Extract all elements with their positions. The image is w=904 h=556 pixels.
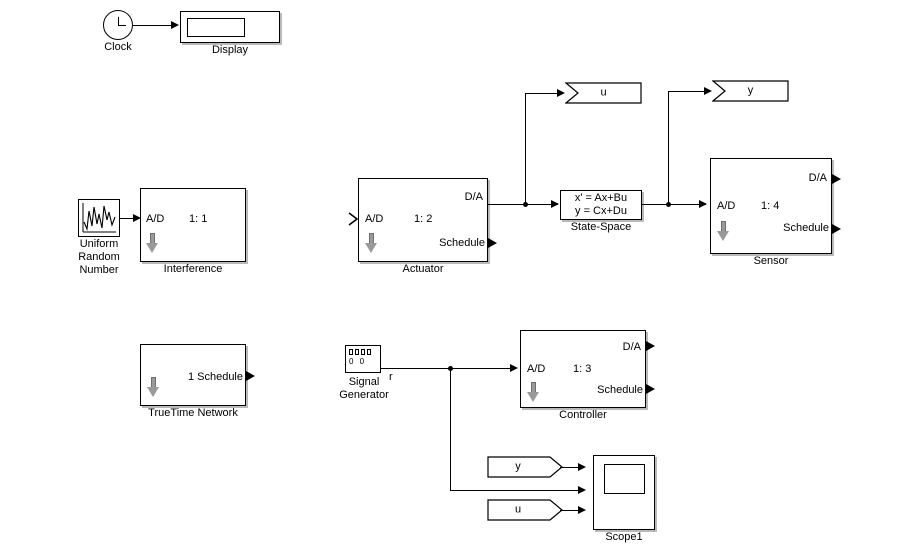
wire-clock-to-display — [133, 25, 173, 26]
schedule-down-arrow-icon — [145, 233, 159, 254]
diagram-canvas: Clock Display Uniform Random Number A/D … — [0, 0, 904, 556]
sensor-port-out-bottom-label: Schedule — [783, 222, 829, 234]
actuator-unconnected-input-port[interactable] — [348, 212, 358, 226]
controller-schedule-outport[interactable] — [646, 384, 655, 394]
goto-tag-y[interactable]: y — [712, 80, 789, 102]
scope1-block[interactable]: Scope1 — [593, 455, 655, 543]
wire-u-tag-to-scope — [560, 510, 579, 511]
signal-generator-icon[interactable]: 0 0 — [345, 345, 381, 373]
arrowhead-y-tag-in — [704, 86, 712, 95]
actuator-block[interactable]: A/D 1: 2 D/A Schedule Actuator — [358, 178, 488, 275]
arrowhead-sensor-in — [699, 199, 707, 208]
random-waveform-glyph — [82, 203, 116, 233]
schedule-down-arrow-icon — [364, 233, 378, 254]
sensor-port-in-label: A/D — [717, 200, 736, 212]
display-block[interactable]: Display — [180, 11, 280, 56]
clock-icon[interactable] — [103, 10, 133, 40]
actuator-center-label: 1: 2 — [414, 213, 433, 225]
from-tag-y-label: y — [515, 460, 521, 473]
from-tag-u[interactable]: u — [487, 499, 563, 521]
wire-actuator-to-u-tag-vertical — [525, 93, 526, 204]
state-space-equations: x' = Ax+Bu y = Cx+Du — [574, 192, 628, 217]
controller-port-out-bottom-label: Schedule — [597, 384, 643, 396]
sensor-port-out-top-label: D/A — [808, 172, 827, 184]
controller-block-label: Controller — [559, 409, 607, 421]
actuator-schedule-outport[interactable] — [488, 238, 497, 248]
uniform-random-number-label: Uniform Random Number — [78, 238, 120, 276]
signal-generator-label: Signal Generator — [339, 376, 389, 401]
random-waveform-icon[interactable] — [78, 199, 120, 237]
state-space-block[interactable]: x' = Ax+Bu y = Cx+Du State-Space — [560, 190, 642, 233]
wire-reference-to-scope-horizontal — [450, 490, 579, 491]
display-readout-area — [187, 18, 245, 37]
controller-center-label: 1: 3 — [573, 363, 592, 375]
actuator-port-in-label: A/D — [365, 213, 384, 225]
wire-y-tag-to-scope — [560, 467, 579, 468]
clock-block-label: Clock — [104, 41, 132, 53]
arrowhead-display-in — [171, 20, 179, 29]
truetime-network-port-out-label: 1 Schedule — [187, 371, 243, 383]
controller-port-in-label: A/D — [527, 363, 546, 375]
state-space-block-label: State-Space — [570, 221, 632, 233]
wire-reference-to-scope-vertical — [450, 368, 451, 490]
scope1-block-label: Scope1 — [605, 531, 643, 543]
controller-block[interactable]: A/D 1: 3 D/A Schedule Controller — [520, 330, 646, 421]
arrowhead-scope-in-1 — [578, 462, 586, 471]
interference-block[interactable]: A/D 1: 1 Interference — [140, 188, 246, 275]
from-tag-u-label: u — [514, 503, 522, 516]
controller-port-out-top-label: D/A — [622, 341, 641, 353]
arrowhead-statespace-in — [551, 199, 559, 208]
clock-minute-hand — [118, 24, 126, 26]
sensor-block[interactable]: A/D 1: 4 D/A Schedule Sensor — [710, 158, 832, 267]
goto-tag-y-label: y — [747, 84, 754, 97]
sensor-block-label: Sensor — [753, 255, 789, 267]
arrowhead-u-tag-in — [557, 88, 565, 97]
schedule-down-arrow-icon — [716, 221, 730, 242]
from-tag-y[interactable]: y — [487, 456, 563, 478]
sensor-center-label: 1: 4 — [761, 200, 780, 212]
display-block-label: Display — [211, 44, 249, 56]
actuator-block-label: Actuator — [402, 263, 444, 275]
truetime-network-block-label: TrueTime Network — [148, 407, 238, 419]
schedule-down-arrow-icon — [146, 377, 160, 398]
wire-label-r: r — [389, 371, 393, 383]
actuator-port-out-top-label: D/A — [464, 191, 483, 203]
wire-statespace-to-y-tag-vertical — [668, 91, 669, 204]
interference-port-in-label: A/D — [146, 213, 165, 225]
actuator-port-out-bottom-label: Schedule — [439, 237, 485, 249]
sensor-schedule-outport[interactable] — [832, 224, 841, 234]
goto-tag-u[interactable]: u — [565, 82, 642, 104]
truetime-network-block[interactable]: 1 Schedule TrueTime Network — [140, 344, 246, 419]
scope1-screen — [604, 464, 645, 494]
arrowhead-scope-in-3 — [578, 505, 586, 514]
controller-da-outport[interactable] — [646, 341, 655, 351]
sensor-da-outport[interactable] — [832, 174, 841, 184]
arrowhead-scope-in-2 — [578, 485, 586, 494]
wire-statespace-to-sensor — [642, 204, 706, 205]
interference-center-label: 1: 1 — [189, 213, 208, 225]
signal-generator-digits: 0 0 — [349, 357, 367, 366]
truetime-network-schedule-outport[interactable] — [246, 371, 255, 381]
goto-tag-u-label: u — [600, 86, 607, 99]
arrowhead-controller-in — [510, 363, 518, 372]
signal-generator-segments — [349, 349, 371, 355]
interference-block-label: Interference — [163, 263, 223, 275]
schedule-down-arrow-icon — [526, 382, 540, 403]
